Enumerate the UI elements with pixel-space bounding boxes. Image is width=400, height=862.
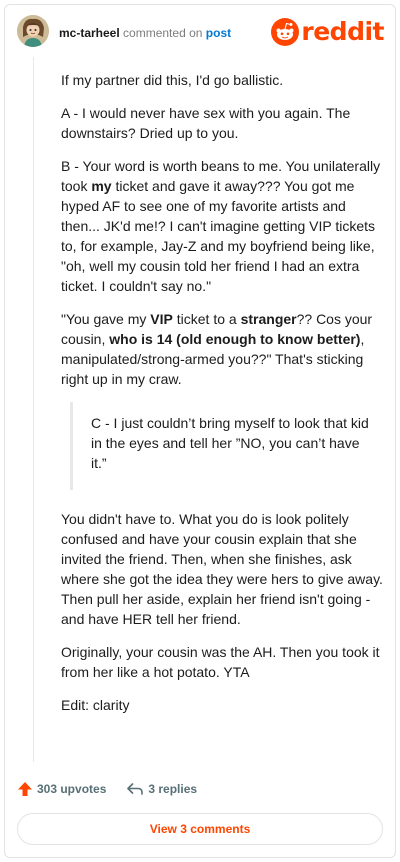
- comment-paragraph: Edit: clarity: [61, 697, 130, 713]
- blockquote: C - I just couldn’t bring myself to look…: [70, 402, 383, 490]
- view-comments-button[interactable]: View 3 comments: [17, 813, 383, 845]
- upvote-arrow-icon: [18, 782, 32, 796]
- byline: mc-tarheel commented on post: [59, 26, 231, 40]
- reply-count: 3 replies: [148, 782, 198, 796]
- upvote-button[interactable]: 303 upvotes: [17, 781, 106, 797]
- comment-paragraph: B - Your word is worth beans to me. You …: [61, 158, 381, 294]
- thread-line[interactable]: [33, 57, 34, 762]
- comment-paragraph: Originally, your cousin was the AH. Then…: [61, 644, 380, 680]
- comment-header: mc-tarheel commented on post reddit: [17, 15, 384, 51]
- reddit-snoo-icon: [271, 18, 300, 46]
- username-link[interactable]: mc-tarheel: [59, 26, 120, 40]
- comment-paragraph: "You gave my VIP ticket to a stranger?? …: [61, 311, 373, 387]
- comment-paragraph: A - I would never have sex with you agai…: [61, 105, 351, 141]
- reply-button[interactable]: 3 replies: [126, 781, 197, 797]
- comment-body: If my partner did this, I'd go ballistic…: [61, 70, 383, 728]
- avatar[interactable]: [17, 15, 49, 47]
- comment-paragraph: You didn't have to. What you do is look …: [61, 511, 383, 627]
- avatar-image: [17, 15, 49, 47]
- action-bar: 303 upvotes 3 replies: [17, 780, 377, 798]
- reply-arrow-icon: [127, 783, 144, 795]
- upvote-count: 303 upvotes: [37, 782, 107, 796]
- comment-paragraph: If my partner did this, I'd go ballistic…: [61, 72, 284, 88]
- quote-text: C - I just couldn’t bring myself to look…: [91, 415, 369, 471]
- action-text: commented on: [123, 26, 203, 40]
- reddit-logo[interactable]: reddit: [271, 17, 384, 47]
- reddit-wordmark: reddit: [301, 17, 384, 46]
- post-link[interactable]: post: [206, 26, 231, 40]
